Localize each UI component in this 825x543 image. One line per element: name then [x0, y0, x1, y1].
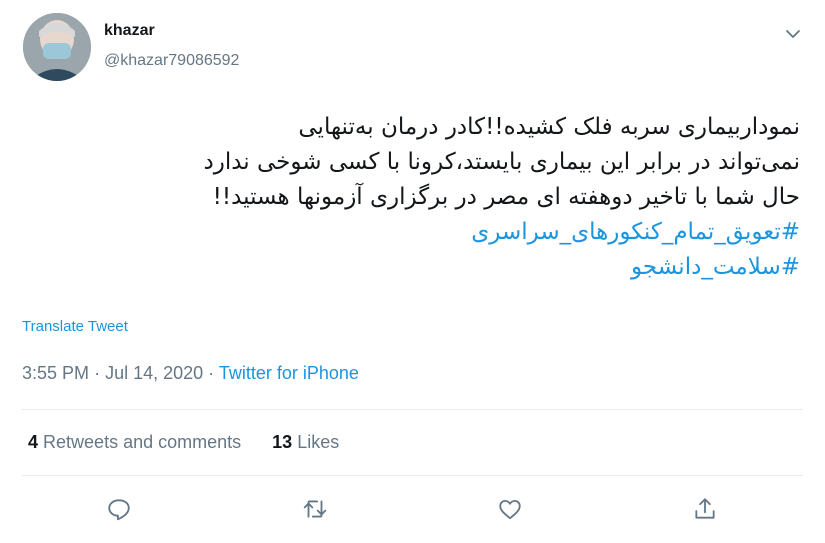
- chevron-down-icon[interactable]: [781, 22, 805, 46]
- tweet-line: نمی‌تواند در برابر این بیماری بایستد،کرو…: [203, 149, 800, 175]
- meta-separator: ·: [94, 363, 101, 383]
- avatar-image: [23, 13, 91, 81]
- hashtag-link[interactable]: #تعویق_تمام_کنکورهای_سراسری: [10, 215, 800, 250]
- retweets-count: 4: [28, 432, 39, 452]
- divider: [22, 475, 803, 476]
- likes-label: Likes: [297, 432, 340, 452]
- retweets-label: Retweets and comments: [43, 432, 242, 452]
- tweet-source-link[interactable]: Twitter for iPhone: [219, 363, 359, 383]
- tweet-stats: 4 Retweets and comments 13 Likes: [28, 432, 365, 453]
- share-icon[interactable]: [692, 496, 718, 522]
- retweet-icon[interactable]: [302, 496, 328, 522]
- hashtag-link[interactable]: #سلامت_دانشجو: [10, 250, 800, 285]
- heart-icon[interactable]: [497, 496, 523, 522]
- tweet-text: نمودار‌بیماری سربه فلک کشیده!!کادر درمان…: [10, 110, 800, 285]
- user-name[interactable]: khazar: [104, 22, 155, 40]
- tweet-line: نمودار‌بیماری سربه فلک کشیده!!کادر درمان…: [298, 114, 800, 140]
- tweet-meta: 3:55 PM · Jul 14, 2020 · Twitter for iPh…: [22, 363, 359, 384]
- likes-stat[interactable]: 13 Likes: [272, 432, 339, 452]
- avatar[interactable]: [23, 13, 91, 81]
- tweet-time[interactable]: 3:55 PM: [22, 363, 89, 383]
- tweet-date[interactable]: Jul 14, 2020: [105, 363, 203, 383]
- meta-separator: ·: [208, 363, 215, 383]
- translate-tweet-link[interactable]: Translate Tweet: [22, 318, 128, 335]
- retweets-stat[interactable]: 4 Retweets and comments: [28, 432, 241, 452]
- tweet-line: حال شما با تاخیر دوهفته ای مصر در برگزار…: [212, 184, 800, 210]
- divider: [22, 409, 803, 410]
- user-handle[interactable]: @khazar79086592: [104, 52, 239, 70]
- likes-count: 13: [272, 432, 293, 452]
- reply-icon[interactable]: [106, 496, 132, 522]
